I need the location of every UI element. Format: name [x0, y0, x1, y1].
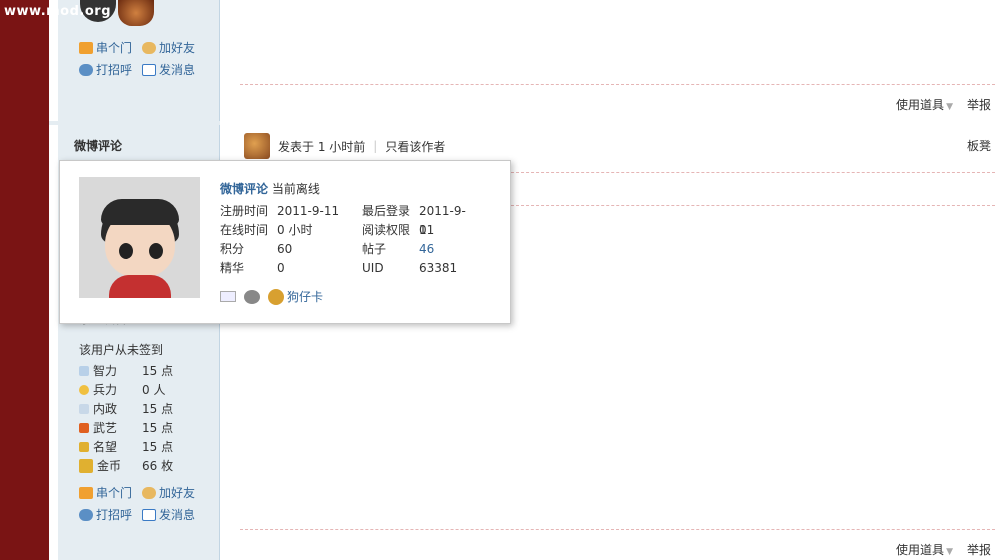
coin-icon [268, 288, 284, 305]
send-message-button[interactable]: 发消息 [142, 506, 195, 523]
report-link[interactable]: 举报 [967, 96, 991, 113]
post-author-avatar[interactable] [244, 133, 270, 159]
stat-row: 金币 66 枚 [79, 456, 173, 475]
handshake-icon [142, 41, 157, 54]
mail-icon [142, 63, 157, 76]
sign-status: 该用户从未签到 [79, 343, 164, 357]
post-header: 发表于 1 小时前 | 只看该作者 [244, 133, 445, 159]
avatar-thumb-2[interactable] [118, 0, 154, 26]
stat-row: 武艺 15 点 [79, 418, 173, 437]
second-post-footer: 使用道具 ▼ 举报 [896, 541, 991, 558]
second-post-actions-row2: 打招呼 发消息 [79, 506, 195, 523]
stat-row: 内政 15 点 [79, 399, 173, 418]
scroll-icon [79, 403, 89, 414]
send-message-button[interactable]: 发消息 [142, 61, 195, 78]
home-icon [79, 486, 93, 499]
field-value: 2011-9-11 [419, 204, 466, 237]
author-name[interactable]: 微博评论 [74, 137, 122, 154]
field-label: 阅读权限 [362, 223, 411, 237]
field-value: 2011-9-11 [277, 204, 340, 218]
first-post-actions-row1: 串个门 加好友 [79, 39, 195, 56]
field-label: UID [362, 261, 384, 275]
weibo-icon[interactable] [244, 289, 260, 304]
flag-icon [79, 441, 89, 452]
field-label: 注册时间 [220, 204, 269, 218]
user-name-link[interactable]: 微博评论 [220, 182, 268, 196]
stat-row: 兵力 0 人 [79, 380, 173, 399]
profile-card-icon[interactable] [220, 291, 236, 302]
first-post-footer: 使用道具 ▼ 举报 [896, 96, 991, 113]
lightbulb-icon [79, 365, 89, 376]
paparazzi-card-button[interactable]: 狗仔卡 [268, 288, 323, 305]
second-post-actions-row1: 串个门 加好友 [79, 484, 195, 501]
user-info-grid: 注册时间 2011-9-11 最后登录 2011-9-11 在线时间 0 小时 … [220, 202, 479, 278]
home-icon [79, 41, 93, 54]
smile-icon [79, 384, 89, 395]
user-avatar[interactable] [79, 177, 200, 298]
add-friend-button[interactable]: 加好友 [142, 39, 195, 56]
divider [240, 84, 995, 85]
watermark: www.mod.org [4, 4, 112, 19]
floor-label: 板凳 [966, 139, 991, 153]
report-link[interactable]: 举报 [967, 541, 991, 558]
separator: | [373, 139, 378, 153]
popup-icon-row: 狗仔卡 [220, 288, 323, 305]
left-decor-strip [0, 0, 49, 560]
field-label: 最后登录 [362, 204, 411, 218]
field-value: 0 小时 [277, 223, 313, 237]
person-icon [79, 508, 93, 521]
greet-button[interactable]: 打招呼 [79, 61, 132, 78]
greet-button[interactable]: 打招呼 [79, 506, 132, 523]
field-value: 63381 [419, 261, 458, 275]
first-post-actions-row2: 打招呼 发消息 [79, 61, 195, 78]
field-value: 60 [277, 242, 293, 256]
field-value: 0 [277, 261, 285, 275]
handshake-icon [142, 486, 157, 499]
divider [511, 172, 995, 173]
person-icon [79, 63, 93, 76]
stat-row: 智力 15 点 [79, 361, 173, 380]
user-stats: 智力 15 点 兵力 0 人 内政 15 点 武艺 15 点 名望 15 点 金币 66 枚 [79, 361, 173, 475]
dropdown-arrow-icon: ▼ [946, 547, 953, 557]
visit-button[interactable]: 串个门 [79, 39, 132, 56]
stat-row: 名望 15 点 [79, 437, 173, 456]
visit-button[interactable]: 串个门 [79, 484, 132, 501]
field-label: 积分 [220, 242, 245, 256]
divider [240, 529, 995, 530]
posts-count-link[interactable]: 46 [419, 240, 479, 259]
only-author-link[interactable]: 只看该作者 [385, 138, 445, 155]
flame-icon [79, 422, 89, 433]
dropdown-arrow-icon: ▼ [946, 102, 953, 112]
coins-icon [79, 458, 93, 473]
use-tools-button[interactable]: 使用道具 ▼ [896, 541, 953, 558]
field-label: 精华 [220, 261, 245, 275]
post-time: 发表于 1 小时前 [278, 139, 366, 154]
divider [511, 205, 995, 206]
user-info-popup: 微博评论 当前离线 注册时间 2011-9-11 最后登录 2011-9-11 … [59, 160, 511, 324]
field-label: 在线时间 [220, 223, 269, 237]
popup-title: 微博评论 当前离线 [220, 180, 320, 197]
use-tools-button[interactable]: 使用道具 ▼ [896, 96, 953, 113]
mail-icon [142, 508, 157, 521]
field-label: 帖子 [362, 242, 387, 256]
online-status: 当前离线 [271, 182, 320, 196]
field-value: 0 [419, 223, 427, 237]
add-friend-button[interactable]: 加好友 [142, 484, 195, 501]
